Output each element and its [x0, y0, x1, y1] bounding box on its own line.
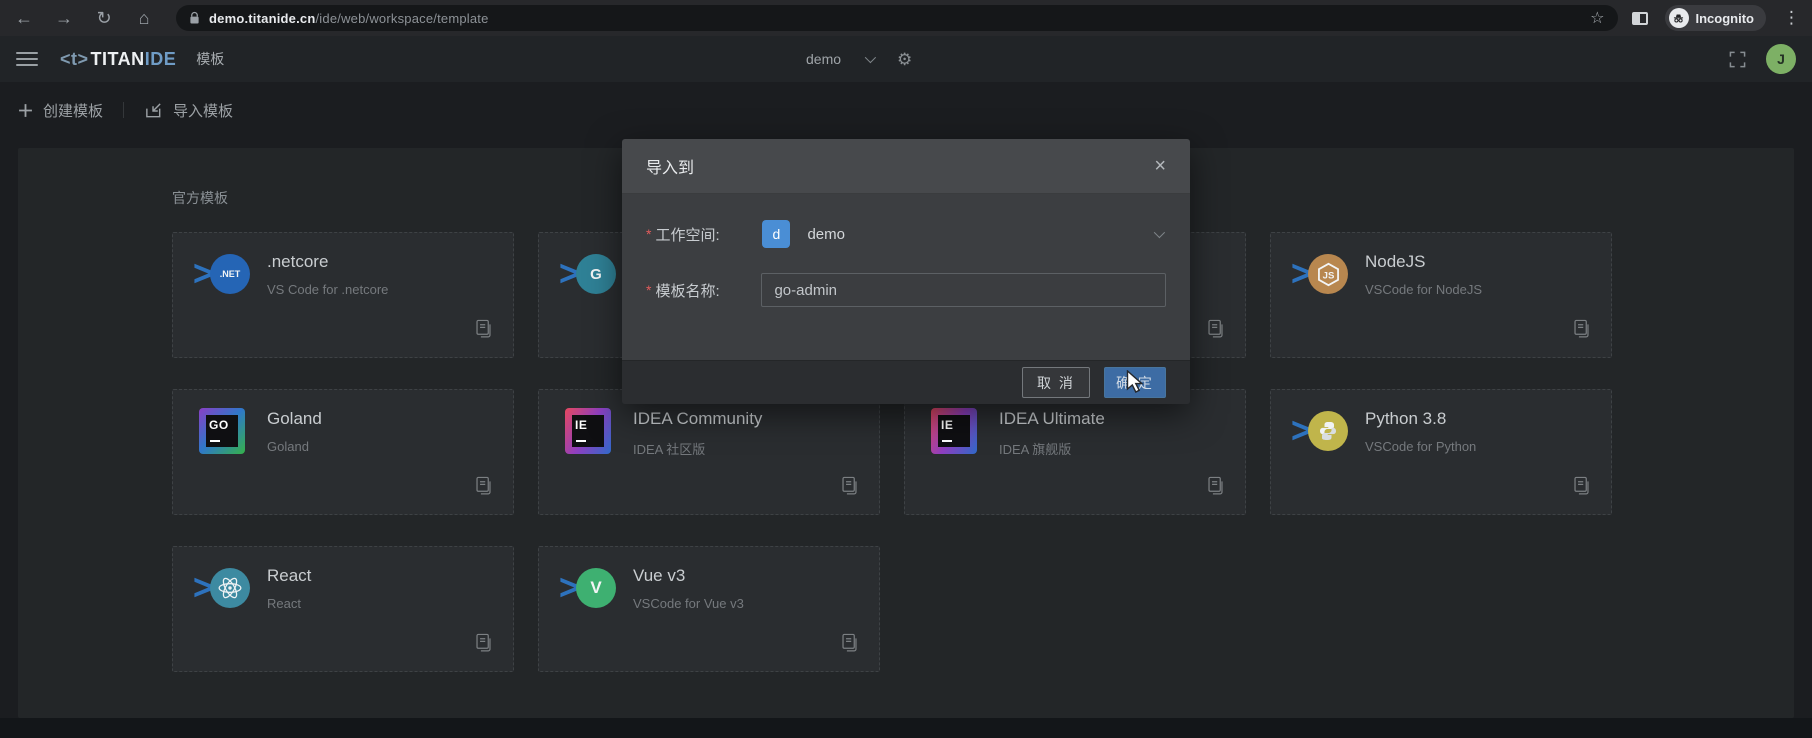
- incognito-label: Incognito: [1696, 11, 1755, 26]
- template-card[interactable]: > Python 3.8 VSCode for Python: [1270, 389, 1612, 515]
- logo-bracket: <t>: [60, 49, 89, 70]
- logo-titan: TITAN: [91, 49, 145, 70]
- template-title: React: [267, 566, 311, 586]
- logo-ide: IDE: [145, 49, 177, 70]
- side-panel-icon[interactable]: [1632, 12, 1648, 25]
- template-card[interactable]: > React React: [172, 546, 514, 672]
- close-icon[interactable]: ×: [1154, 156, 1166, 176]
- template-card[interactable]: >JS NodeJS VSCode for NodeJS: [1270, 232, 1612, 358]
- template-card[interactable]: >V Vue v3 VSCode for Vue v3: [538, 546, 880, 672]
- reload-icon[interactable]: ↻: [92, 9, 116, 27]
- plus-icon: [18, 103, 33, 118]
- avatar[interactable]: J: [1766, 44, 1796, 74]
- duplicate-template-icon[interactable]: [1572, 319, 1591, 345]
- address-bar[interactable]: demo.titanide.cn/ide/web/workspace/templ…: [176, 5, 1618, 31]
- browser-toolbar: ← → ↻ ⌂ demo.titanide.cn/ide/web/workspa…: [0, 0, 1812, 36]
- page-title: 模板: [196, 49, 224, 69]
- app-header: <t>TITANIDE 模板 demo ⚙ J: [0, 36, 1812, 82]
- template-title: IDEA Community: [633, 409, 762, 429]
- duplicate-template-icon[interactable]: [474, 633, 493, 659]
- hamburger-menu-icon[interactable]: [16, 52, 38, 66]
- jetbrains-goland-icon: GO: [193, 407, 251, 455]
- import-template-label: 导入模板: [173, 100, 233, 121]
- template-title: .netcore: [267, 252, 388, 272]
- workspace-badge: d: [762, 220, 790, 248]
- fullscreen-icon[interactable]: [1729, 51, 1746, 68]
- svg-text:JS: JS: [1322, 270, 1334, 281]
- jetbrains-idea-icon: IE: [559, 407, 617, 455]
- template-card[interactable]: IE IDEA Ultimate IDEA 旗舰版: [904, 389, 1246, 515]
- gear-icon[interactable]: ⚙: [897, 51, 912, 68]
- toolbar-divider: [123, 102, 124, 118]
- duplicate-template-icon[interactable]: [840, 633, 859, 659]
- template-subtitle: VSCode for Python: [1365, 439, 1476, 454]
- cancel-button[interactable]: 取 消: [1022, 367, 1090, 398]
- template-subtitle: Goland: [267, 439, 322, 454]
- template-title: Goland: [267, 409, 322, 429]
- import-dialog: 导入到 × * 工作空间: d demo * 模板名称: 取 消 确 定: [622, 139, 1190, 404]
- create-template-button[interactable]: 创建模板: [18, 100, 103, 121]
- url-path: /ide/web/workspace/template: [316, 11, 489, 26]
- forward-icon[interactable]: →: [52, 9, 76, 27]
- template-name-field-label: 模板名称:: [655, 280, 747, 301]
- dialog-header[interactable]: 导入到 ×: [622, 139, 1190, 194]
- import-icon: [144, 101, 163, 120]
- template-subtitle: VSCode for NodeJS: [1365, 282, 1482, 297]
- template-card[interactable]: >.NET .netcore VS Code for .netcore: [172, 232, 514, 358]
- chevron-down-icon[interactable]: [865, 52, 876, 63]
- lock-icon: [189, 11, 200, 25]
- browser-menu-icon[interactable]: ⋮: [1783, 8, 1800, 28]
- vscode-golang-icon: >G: [559, 250, 617, 298]
- template-name-input[interactable]: [761, 273, 1166, 307]
- bookmark-star-icon[interactable]: ☆: [1590, 8, 1604, 28]
- template-title: Python 3.8: [1365, 409, 1476, 429]
- duplicate-template-icon[interactable]: [474, 319, 493, 345]
- bottom-strip: [0, 718, 1812, 738]
- duplicate-template-icon[interactable]: [474, 476, 493, 502]
- template-subtitle: IDEA 社区版: [633, 439, 762, 458]
- url-domain: demo.titanide.cn: [209, 11, 316, 26]
- vscode-vue-icon: >V: [559, 564, 617, 612]
- incognito-badge: Incognito: [1665, 5, 1767, 31]
- required-marker: *: [646, 226, 651, 242]
- chevron-down-icon: [1154, 227, 1165, 238]
- duplicate-template-icon[interactable]: [1572, 476, 1591, 502]
- create-template-label: 创建模板: [43, 100, 103, 121]
- template-card[interactable]: IE IDEA Community IDEA 社区版: [538, 389, 880, 515]
- home-icon[interactable]: ⌂: [132, 9, 156, 27]
- template-subtitle: React: [267, 596, 311, 611]
- incognito-icon: [1669, 8, 1689, 28]
- vscode-dotnet-icon: >.NET: [193, 250, 251, 298]
- workspace-selected-value: demo: [807, 226, 845, 243]
- back-icon[interactable]: ←: [12, 9, 36, 27]
- template-subtitle: VS Code for .netcore: [267, 282, 388, 297]
- dialog-title: 导入到: [646, 154, 694, 178]
- titanide-logo: <t>TITANIDE: [60, 49, 176, 70]
- template-title: IDEA Ultimate: [999, 409, 1105, 429]
- workspace-field-label: 工作空间:: [655, 224, 747, 245]
- workspace-select[interactable]: d demo: [747, 216, 1166, 252]
- template-subtitle: IDEA 旗舰版: [999, 439, 1105, 458]
- duplicate-template-icon[interactable]: [1206, 476, 1225, 502]
- template-title: NodeJS: [1365, 252, 1482, 272]
- workspace-selector[interactable]: demo: [806, 51, 841, 67]
- import-template-button[interactable]: 导入模板: [144, 100, 233, 121]
- duplicate-template-icon[interactable]: [1206, 319, 1225, 345]
- vscode-python-icon: >: [1291, 407, 1349, 455]
- template-subtitle: VSCode for Vue v3: [633, 596, 744, 611]
- confirm-button[interactable]: 确 定: [1104, 367, 1166, 398]
- required-marker: *: [646, 282, 651, 298]
- template-toolbar: 创建模板 导入模板: [0, 82, 1812, 138]
- template-card[interactable]: GO Goland Goland: [172, 389, 514, 515]
- vscode-react-icon: >: [193, 564, 251, 612]
- duplicate-template-icon[interactable]: [840, 476, 859, 502]
- template-title: Vue v3: [633, 566, 744, 586]
- vscode-nodejs-icon: >JS: [1291, 250, 1349, 298]
- jetbrains-idea-icon: IE: [925, 407, 983, 455]
